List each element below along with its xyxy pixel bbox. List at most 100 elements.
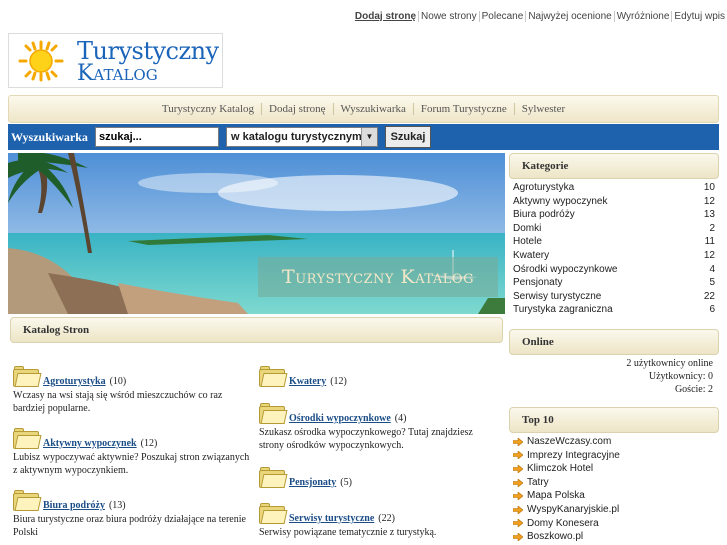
category-link[interactable]: Biura podróży: [43, 500, 105, 511]
category-count: (22): [378, 513, 395, 524]
search-scope-select[interactable]: w katalogu turystycznym ▼: [226, 127, 378, 147]
sidebar-category-item[interactable]: Pensjonaty 5: [513, 276, 715, 290]
top10-item[interactable]: Boszkowo.pl: [509, 530, 719, 544]
top10-item[interactable]: Klimczok Hotel: [509, 462, 719, 476]
category-link[interactable]: Kwatery: [289, 376, 326, 387]
sidebar-category-label[interactable]: Agroturystyka: [513, 181, 574, 195]
top10-label[interactable]: Domy Konesera: [527, 517, 599, 531]
top10-list: NaszeWczasy.com Imprezy Integracyjne Kli…: [509, 433, 719, 544]
folder-icon: [13, 428, 42, 449]
arrow-right-icon: [513, 532, 523, 541]
sidebar-top10-title: Top 10: [509, 407, 719, 433]
category-pensjonaty: Pensjonaty (5): [259, 467, 499, 488]
sidebar-category-count: 4: [709, 263, 715, 275]
top-link-new-sites[interactable]: Nowe strony: [418, 11, 479, 22]
sidebar-categories: Kategorie Agroturystyka 10 Aktywny wypocz…: [509, 153, 719, 317]
category-link[interactable]: Aktywny wypoczynek: [43, 438, 137, 449]
sidebar-category-item[interactable]: Ośrodki wypoczynkowe 4: [513, 263, 715, 277]
arrow-right-icon: [513, 505, 523, 514]
sidebar-category-label[interactable]: Biura podróży: [513, 208, 575, 222]
category-link[interactable]: Pensjonaty: [289, 477, 336, 488]
top10-label[interactable]: Tatry: [527, 476, 549, 490]
top10-label[interactable]: NaszeWczasy.com: [527, 435, 611, 449]
sidebar-top10: Top 10 NaszeWczasy.com Imprezy Integracy…: [509, 407, 719, 544]
online-registered: Użytkownicy: 0: [648, 371, 713, 382]
arrow-right-icon: [513, 478, 523, 487]
top-link-top-rated[interactable]: Najwyżej ocenione: [525, 11, 613, 22]
top10-item[interactable]: NaszeWczasy.com: [509, 435, 719, 449]
top-link-featured[interactable]: Wyróżnione: [613, 11, 672, 22]
folder-icon: [259, 366, 288, 387]
category-link[interactable]: Agroturystyka: [43, 376, 106, 387]
sidebar-category-item[interactable]: Aktywny wypoczynek 12: [513, 195, 715, 209]
sidebar-category-count: 2: [709, 222, 715, 234]
sidebar-category-item[interactable]: Serwisy turystyczne 22: [513, 290, 715, 304]
banner-title: Turystyczny Katalog: [258, 257, 498, 297]
nav-item-forum[interactable]: Forum Turystyczne: [412, 103, 514, 115]
category-desc: Szukasz ośrodka wypoczynkowego? Tutaj zn…: [259, 427, 473, 451]
top10-item[interactable]: Mapa Polska: [509, 489, 719, 503]
top-link-add-site[interactable]: Dodaj stronę: [353, 11, 418, 22]
sidebar-category-item[interactable]: Domki 2: [513, 222, 715, 236]
top10-item[interactable]: WyspyKanaryjskie.pl: [509, 503, 719, 517]
sidebar-category-count: 5: [709, 277, 715, 289]
arrow-right-icon: [513, 519, 523, 528]
arrow-right-icon: [513, 464, 523, 473]
sidebar-category-item[interactable]: Biura podróży 13: [513, 208, 715, 222]
sidebar-category-label[interactable]: Turystyka zagraniczna: [513, 303, 613, 317]
top10-label[interactable]: Klimczok Hotel: [527, 462, 593, 476]
sidebar-category-label[interactable]: Serwisy turystyczne: [513, 290, 601, 304]
category-link[interactable]: Ośrodki wypoczynkowe: [289, 413, 391, 424]
sidebar-category-label[interactable]: Ośrodki wypoczynkowe: [513, 263, 617, 277]
sidebar-category-label[interactable]: Hotele: [513, 235, 542, 249]
catalog-title: Katalog Stron: [23, 324, 90, 336]
top10-label[interactable]: WyspyKanaryjskie.pl: [527, 503, 619, 517]
sidebar-category-label[interactable]: Domki: [513, 222, 541, 236]
nav-item-add-site[interactable]: Dodaj stronę: [261, 103, 333, 115]
category-osrodki-wypoczynkowe: Ośrodki wypoczynkowe (4) Szukasz ośrodka…: [259, 403, 499, 452]
sidebar-category-count: 10: [703, 182, 715, 193]
sidebar-category-count: 22: [703, 290, 715, 302]
sidebar-category-label[interactable]: Aktywny wypoczynek: [513, 195, 607, 209]
nav-item-search[interactable]: Wyszukiwarka: [332, 103, 413, 115]
category-desc: Lubisz wypoczywać aktywnie? Poszukaj str…: [13, 452, 250, 476]
category-desc: Serwisy powiązane tematycznie z turystyk…: [259, 527, 437, 538]
category-serwisy-turystyczne: Serwisy turystyczne (22) Serwisy powiąza…: [259, 503, 499, 539]
nav-item-catalog[interactable]: Turystyczny Katalog: [155, 103, 261, 115]
category-kwatery: Kwatery (12): [259, 366, 499, 387]
category-count: (4): [394, 413, 407, 424]
category-aktywny-wypoczynek: Aktywny wypoczynek (12) Lubisz wypoczywa…: [13, 428, 253, 477]
sidebar-online: Online 2 użytkownicy online Użytkownicy:…: [509, 329, 719, 396]
search-button[interactable]: Szukaj: [385, 126, 431, 148]
top-link-recommended[interactable]: Polecane: [478, 11, 526, 22]
sidebar-category-label[interactable]: Kwatery: [513, 249, 549, 263]
top10-item[interactable]: Imprezy Integracyjne: [509, 449, 719, 463]
top-link-edit-entry[interactable]: Edytuj wpis: [671, 11, 727, 22]
search-input[interactable]: [95, 127, 219, 147]
top10-label[interactable]: Imprezy Integracyjne: [527, 449, 620, 463]
online-guests: Goście: 2: [674, 384, 713, 395]
category-desc: Wczasy na wsi stają się wśród mieszczuch…: [13, 390, 223, 414]
search-bar: Wyszukiwarka w katalogu turystycznym ▼ S…: [8, 124, 719, 150]
sidebar-category-item[interactable]: Agroturystyka 10: [513, 181, 715, 195]
search-scope-value: w katalogu turystycznym: [231, 131, 362, 143]
logo-line2: Katalog: [77, 61, 158, 86]
top10-item[interactable]: Tatry: [509, 476, 719, 490]
sidebar-category-item[interactable]: Kwatery 12: [513, 249, 715, 263]
site-logo[interactable]: Turystyczny Katalog: [8, 33, 223, 88]
sidebar-category-label[interactable]: Pensjonaty: [513, 276, 562, 290]
arrow-right-icon: [513, 492, 523, 501]
dropdown-arrow-icon[interactable]: ▼: [361, 128, 377, 146]
category-count: (13): [108, 500, 126, 511]
nav-item-sylwester[interactable]: Sylwester: [513, 103, 572, 115]
top10-label[interactable]: Mapa Polska: [527, 489, 585, 503]
folder-icon: [259, 403, 288, 424]
sidebar-category-item[interactable]: Turystyka zagraniczna 6: [513, 303, 715, 317]
sidebar-category-item[interactable]: Hotele 11: [513, 235, 715, 249]
folder-icon: [13, 490, 42, 511]
category-link[interactable]: Serwisy turystyczne: [289, 513, 374, 524]
top10-item[interactable]: Domy Konesera: [509, 517, 719, 531]
top10-label[interactable]: Boszkowo.pl: [527, 530, 583, 544]
sidebar-category-count: 6: [709, 304, 715, 316]
category-agroturystyka: Agroturystyka (10) Wczasy na wsi stają s…: [13, 366, 253, 415]
